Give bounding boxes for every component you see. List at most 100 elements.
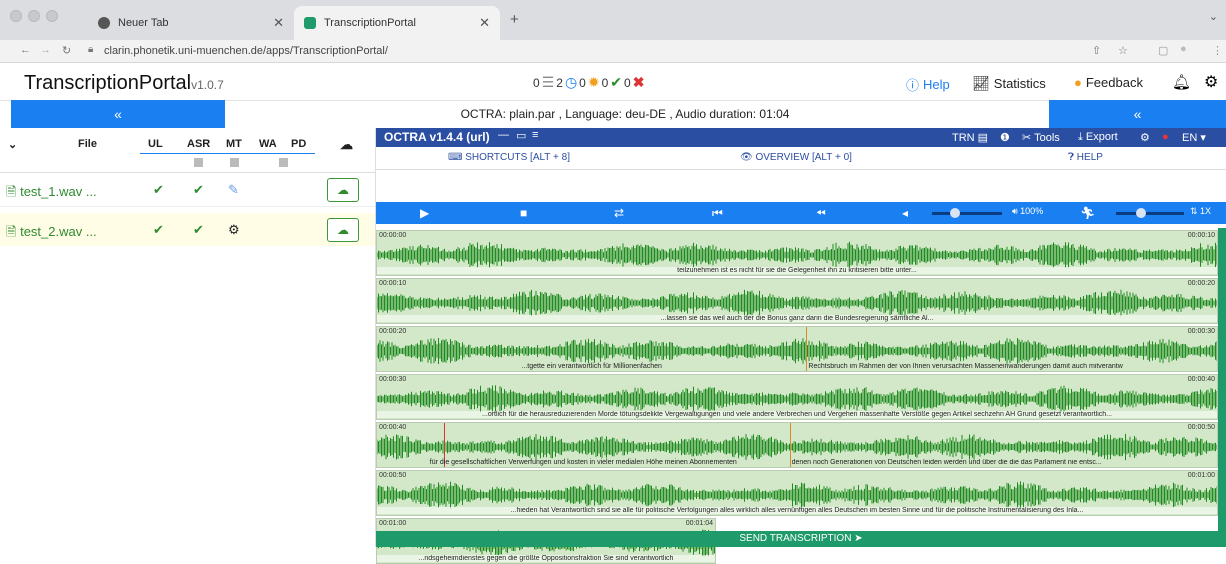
waveform-line[interactable]: 00:00:00 00:00:10 teilzunehmen ist es nich… <box>376 230 1218 276</box>
line-end-time: 00:00:40 <box>1187 376 1215 383</box>
url-field[interactable]: clarin.phonetik.uni-muenchen.de/apps/Tra… <box>104 45 388 57</box>
edit-icon[interactable]: ✎ <box>228 182 239 198</box>
segment-boundary[interactable] <box>806 327 808 371</box>
stop-icon[interactable]: ■ <box>520 206 527 220</box>
feedback-button[interactable]: ● Feedback <box>1074 75 1143 90</box>
menu-icon[interactable]: ⋮ <box>1212 44 1223 57</box>
file-name[interactable]: 🗎︎ test_1.wav ... <box>6 183 97 205</box>
tab-search-icon[interactable]: ⌄ <box>1209 10 1218 23</box>
waveform-view[interactable]: 00:00:00 00:00:10 teilzunehmen ist es nich… <box>376 228 1218 564</box>
tab-label: Neuer Tab <box>118 17 169 29</box>
table-row[interactable]: 🗎︎ test_2.wav ... ✔ ✔ ⚙ ☁ <box>0 213 375 246</box>
send-transcription-button[interactable]: SEND TRANSCRIPTION ➤ <box>376 531 1226 547</box>
export-button[interactable]: ⤓ Export <box>1078 131 1118 144</box>
waveform-graph <box>377 241 1217 269</box>
file-name[interactable]: 🗎︎ test_2.wav ... <box>6 223 97 245</box>
processing-count: 0 <box>579 75 586 90</box>
asr-done-icon: ✔ <box>193 182 204 197</box>
segment-transcript[interactable]: denen noch Generationen von Deutschen le… <box>792 459 1217 466</box>
trn-label: TRN <box>952 132 975 144</box>
speed-slider[interactable] <box>1116 212 1184 215</box>
segment-transcript[interactable]: ...lassen sie das weil auch der die Bonu… <box>377 315 1217 322</box>
minimize-window-icon[interactable] <box>28 10 40 22</box>
list-icon[interactable]: ≡ <box>532 129 538 141</box>
gear-processing-icon: ✹ <box>587 74 600 90</box>
tab-neuer-tab[interactable]: Neuer Tab ✕ <box>88 6 294 40</box>
upload-button[interactable]: ☁ <box>327 178 359 202</box>
maximize-window-icon[interactable] <box>46 10 58 22</box>
back-icon[interactable]: ← <box>20 44 31 56</box>
logout-icon[interactable]: ● <box>1162 131 1169 143</box>
line-end-time: 00:00:10 <box>1187 232 1215 239</box>
notification-bell-icon[interactable]: 🔔︎ <box>1172 73 1191 91</box>
scrollbar[interactable] <box>1218 228 1226 531</box>
waveform-line[interactable]: 00:00:20 00:00:30 ...tgette ein verantwort… <box>376 326 1218 372</box>
mt-checkbox[interactable] <box>230 158 239 167</box>
octra-settings-icon[interactable]: ⚙ <box>1140 131 1150 144</box>
settings-gear-icon[interactable]: ⚙ <box>1204 72 1218 92</box>
waveform-line[interactable]: 00:00:10 00:00:20 ...lassen sie das weil a… <box>376 278 1218 324</box>
waveform-path <box>377 433 1217 461</box>
ul-done-icon: ✔ <box>153 182 164 197</box>
trn-button[interactable]: TRN ▤ <box>952 131 988 144</box>
tools-button[interactable]: ✂ Tools <box>1022 131 1060 144</box>
chart-icon: 📈︎ <box>972 75 990 91</box>
tab-transcriptionportal[interactable]: TranscriptionPortal ✕ <box>294 6 500 40</box>
close-tab-icon[interactable]: ✕ <box>273 15 284 31</box>
reload-icon[interactable]: ↻ <box>62 44 71 57</box>
minimize-icon[interactable]: — <box>498 129 509 141</box>
expand-chevron-icon[interactable]: ⌄ <box>8 138 17 151</box>
collapse-right-button[interactable]: « <box>1049 100 1226 128</box>
failed-x-icon: ✖ <box>632 74 645 90</box>
window-icon[interactable]: ▭ <box>516 129 526 142</box>
new-tab-icon[interactable]: + <box>510 11 519 28</box>
step-back-icon[interactable]: ⏪︎ <box>816 206 826 221</box>
sidebar-icon[interactable]: ▢ <box>1158 44 1168 57</box>
bookmark-star-icon[interactable]: ☆ <box>1118 44 1128 57</box>
speed-slider-handle[interactable] <box>1136 208 1146 218</box>
line-start-time: 00:00:10 <box>379 280 407 287</box>
segment-transcript[interactable]: ...tgette ein verantwortlich für Million… <box>381 363 802 370</box>
status-summary: 0 ☰ 2 ◷ 0 ✹ 0 ✔ 0 ✖ <box>533 74 644 91</box>
play-icon[interactable]: ▶ <box>420 206 429 220</box>
col-file: File <box>78 138 97 150</box>
segment-transcript[interactable]: teilzunehmen ist es nicht für sie die Ge… <box>377 267 1217 274</box>
help-octra-button[interactable]: ❓︎ HELP <box>1068 152 1103 163</box>
waveform-path <box>377 289 1217 317</box>
segment-transcript[interactable]: Rechtsbruch im Rahmen der von Ihnen veru… <box>808 363 1217 370</box>
waveform-line[interactable]: 00:00:50 00:01:00 ...hieden hat Verantwort… <box>376 470 1218 516</box>
upload-button[interactable]: ☁ <box>327 218 359 242</box>
table-row[interactable]: 🗎︎ test_1.wav ... ✔ ✔ ✎ ☁ <box>0 173 375 207</box>
close-tab-icon[interactable]: ✕ <box>479 15 490 31</box>
profile-icon[interactable]: ● <box>1180 43 1187 55</box>
info-icon[interactable]: ❶ <box>1000 131 1010 144</box>
app-header: TranscriptionPortalv1.0.7 0 ☰ 2 ◷ 0 ✹ 0 … <box>0 63 1226 101</box>
shortcuts-button[interactable]: ⌨ SHORTCUTS [ALT + 8] <box>448 152 570 163</box>
volume-slider-handle[interactable] <box>950 208 960 218</box>
segment-transcript[interactable]: für die gesellschaftlichen Verwerfungen … <box>381 459 786 466</box>
loop-icon[interactable]: ⇄ <box>614 206 624 220</box>
help-button[interactable]: ⓘ Help <box>906 75 950 94</box>
replay-icon[interactable]: ⏮︎ <box>712 206 723 221</box>
overview-button[interactable]: 👁︎ OVERVIEW [ALT + 0] <box>740 152 852 163</box>
volume-slider[interactable] <box>932 212 1002 215</box>
segment-transcript[interactable]: ...hieden hat Verantwortlich sind sie al… <box>377 507 1217 514</box>
tools-label: Tools <box>1034 132 1060 144</box>
export-label: Export <box>1085 131 1118 143</box>
share-icon[interactable]: ⇧ <box>1092 44 1101 57</box>
ul-done-icon: ✔ <box>153 222 164 237</box>
collapse-left-button[interactable]: « <box>11 100 225 128</box>
statistics-button[interactable]: 📈︎ Statistics <box>972 75 1046 92</box>
segment-boundary[interactable] <box>789 423 791 467</box>
close-window-icon[interactable] <box>10 10 22 22</box>
line-start-time: 00:00:20 <box>379 328 407 335</box>
forward-icon[interactable]: → <box>40 44 51 56</box>
waveform-line[interactable]: 00:00:30 00:00:40 ...ortlich für die herau… <box>376 374 1218 420</box>
segment-transcript[interactable]: ...ndsgeheimdienstes gegen die größte Op… <box>377 555 715 562</box>
wa-checkbox[interactable] <box>279 158 288 167</box>
segment-transcript[interactable]: ...ortlich für die herausreduzierenden M… <box>377 411 1217 418</box>
col-pd: PD <box>291 138 307 150</box>
waveform-line[interactable]: 00:00:40 00:00:50 für die gesellschaftlich… <box>376 422 1218 468</box>
asr-checkbox[interactable] <box>194 158 203 167</box>
language-select[interactable]: EN ▾ <box>1182 131 1206 144</box>
